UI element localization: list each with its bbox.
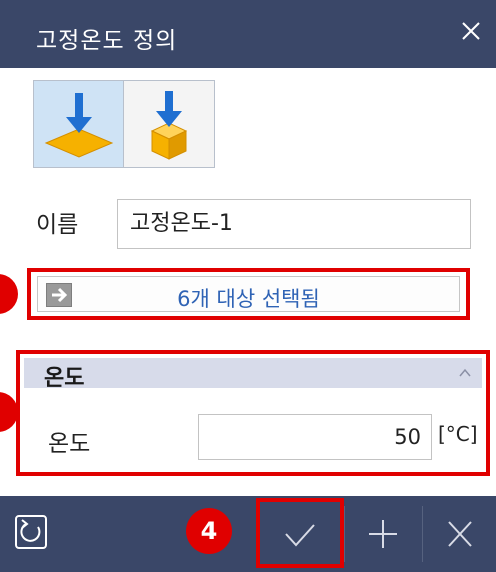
name-label: 이름 [36, 212, 79, 238]
chevron-up-icon[interactable] [456, 364, 474, 382]
fixed-temperature-dialog: 고정온도 정의 이름 고정온도-1 6개 대상 선택됨 온도 온도 50 [°C… [0, 0, 496, 572]
close-icon[interactable] [458, 18, 484, 44]
temperature-label: 온도 [48, 431, 91, 457]
ok-button-highlight [256, 498, 344, 568]
cancel-button[interactable] [423, 496, 496, 572]
solid-body-target-icon [150, 91, 188, 160]
section-title: 온도 [44, 366, 85, 391]
temperature-section: 온도 온도 50 [°C] [16, 350, 490, 476]
name-input[interactable]: 고정온도-1 [117, 199, 471, 249]
selection-field[interactable]: 6개 대상 선택됨 [37, 276, 460, 312]
temperature-input[interactable]: 50 [198, 414, 432, 460]
selection-highlight: 6개 대상 선택됨 [27, 268, 470, 320]
callout-marker [0, 274, 18, 314]
reset-icon [15, 515, 47, 549]
temperature-section-header[interactable]: 온도 [24, 358, 482, 391]
dialog-toolbar [0, 496, 496, 572]
step-callout-badge: 4 [186, 508, 232, 554]
selection-status: 6개 대상 선택됨 [177, 287, 320, 311]
dialog-titlebar: 고정온도 정의 [0, 0, 496, 68]
solid-body-target-button[interactable] [124, 81, 214, 167]
reset-button[interactable] [0, 496, 60, 572]
face-target-icon [44, 93, 114, 158]
target-mode-toggle [33, 80, 215, 168]
add-button[interactable] [345, 496, 421, 572]
temperature-unit: [°C] [438, 422, 478, 446]
face-target-button[interactable] [34, 81, 124, 167]
close-icon [448, 521, 472, 547]
dialog-title: 고정온도 정의 [36, 28, 178, 54]
plus-icon [369, 520, 397, 548]
